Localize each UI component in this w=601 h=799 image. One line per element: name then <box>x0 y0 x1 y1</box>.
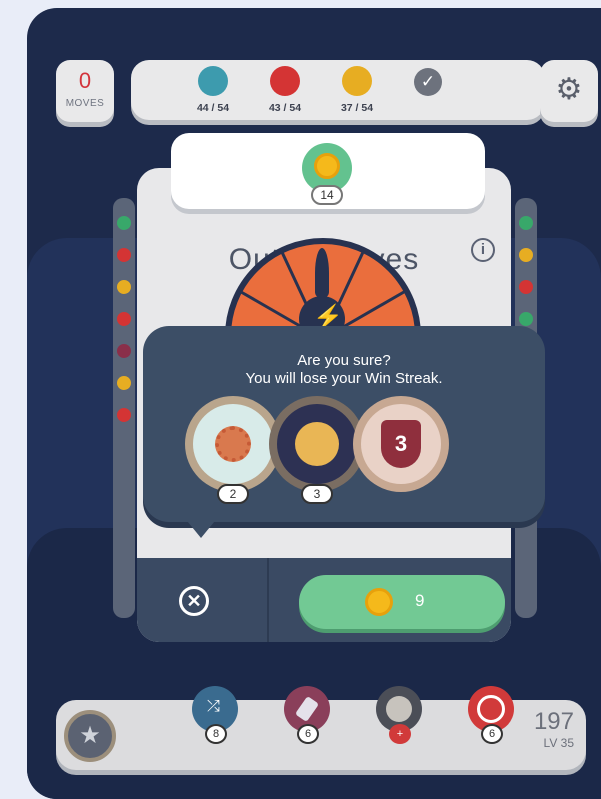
goal-teal: 44 / 54 <box>183 66 243 114</box>
wheel-needle-icon <box>315 248 329 298</box>
dot <box>117 408 131 422</box>
confirm-line-1: Are you sure? <box>297 352 391 369</box>
booster-count: 6 <box>481 724 503 744</box>
coin-count: 14 <box>311 185 343 205</box>
bottom-bar: ★ ⤮ 8 6 + 6 197 LV 35 <box>56 686 586 770</box>
coin-icon <box>314 153 340 179</box>
goals-bar: 44 / 54 43 / 54 37 / 54 ✓ <box>131 60 545 120</box>
footer-divider <box>267 558 269 642</box>
moves-label: MOVES <box>65 98 105 109</box>
settings-button[interactable]: ⚙ <box>540 60 598 122</box>
confirm-line-2: You will lose your Win Streak. <box>245 370 443 387</box>
star-button[interactable]: ★ <box>64 710 116 762</box>
shuffle-booster[interactable]: ⤮ 8 <box>192 686 238 744</box>
badge-count: 3 <box>301 484 333 504</box>
eraser-booster[interactable]: 6 <box>284 686 330 744</box>
goal-count: 37 / 54 <box>340 102 374 114</box>
confirm-message: Are you sure? You will lose your Win Str… <box>143 352 545 388</box>
goal-yellow: 37 / 54 <box>327 66 387 114</box>
red-dot-icon <box>270 66 300 96</box>
score-value: 197 <box>533 708 574 735</box>
panel-footer: ✕ 9 <box>137 558 511 642</box>
coin-balance-card: 14 <box>171 133 485 209</box>
dot <box>117 376 131 390</box>
close-icon: ✕ <box>186 591 202 611</box>
sun-shape <box>215 426 251 462</box>
confirm-lose-streak-popup: Are you sure? You will lose your Win Str… <box>143 326 545 538</box>
dot <box>519 216 533 230</box>
booster-count: 8 <box>205 724 227 744</box>
level-label: LV 35 <box>543 736 574 750</box>
goal-red: 43 / 54 <box>255 66 315 114</box>
info-icon[interactable]: i <box>471 238 495 262</box>
dot <box>117 280 131 294</box>
board-left-rail <box>113 198 135 618</box>
close-button[interactable]: ✕ <box>179 586 209 616</box>
yellow-dot-icon <box>342 66 372 96</box>
crosshair-icon <box>477 695 505 723</box>
buy-moves-button[interactable]: 9 <box>299 575 505 629</box>
shield-icon: 3 <box>361 404 441 484</box>
bomb-booster[interactable]: + <box>376 686 422 744</box>
dot <box>117 312 131 326</box>
goal-count: 44 / 54 <box>196 102 230 114</box>
planet-icon <box>277 404 357 484</box>
dot <box>117 248 131 262</box>
gear-icon: ⚙ <box>555 73 583 106</box>
dot <box>519 280 533 294</box>
buy-price: 9 <box>415 591 425 610</box>
eraser-icon <box>294 695 320 723</box>
coin-icon <box>365 588 393 616</box>
shield-badge: 3 <box>353 396 449 492</box>
planet-shape <box>295 422 339 466</box>
sun-badge: 2 <box>185 396 281 504</box>
coin-balance: 14 <box>302 143 352 205</box>
sun-icon <box>193 404 273 484</box>
teal-dot-icon <box>198 66 228 96</box>
target-booster[interactable]: 6 <box>468 686 514 744</box>
dot <box>117 344 131 358</box>
booster-count: 6 <box>297 724 319 744</box>
star-icon: ★ <box>79 722 101 749</box>
dot <box>519 248 533 262</box>
checkmark-icon: ✓ <box>414 68 442 96</box>
popup-tail <box>183 516 219 538</box>
moves-counter: 0 MOVES <box>56 60 114 122</box>
cloud-icon <box>386 696 412 722</box>
shield-label: 3 <box>381 420 421 468</box>
badge-count: 2 <box>217 484 249 504</box>
goal-count: 43 / 54 <box>268 102 302 114</box>
planet-badge: 3 <box>269 396 365 504</box>
game-screen: 0 MOVES 44 / 54 43 / 54 37 / 54 ✓ ⚙ Out … <box>27 8 601 799</box>
score-display: 197 LV 35 <box>534 708 574 750</box>
booster-add-badge: + <box>389 724 411 744</box>
dot <box>519 312 533 326</box>
shuffle-icon: ⤮ <box>207 698 220 715</box>
moves-value: 0 <box>78 68 92 93</box>
dot <box>117 216 131 230</box>
